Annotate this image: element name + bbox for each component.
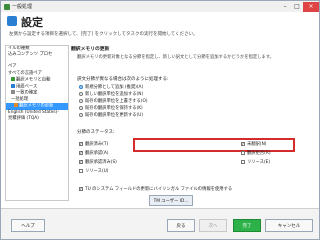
settings-icon	[7, 16, 17, 26]
radio-indicator	[79, 106, 83, 110]
title-bar: 一般処理 – □ ×	[1, 1, 319, 12]
checkbox-use-bilingual-info[interactable]: ✓ TU のシステム フィールドの更新にバイリンガル ファイルの情報を使用する	[79, 186, 232, 192]
radio-label: 既存の翻訳単位を上書きする(O)	[85, 99, 148, 104]
radio-indicator	[79, 99, 83, 103]
checkbox-signed-off[interactable]: ✓ 翻訳承認済み(S)	[79, 159, 117, 165]
checkbox-indicator	[241, 151, 245, 155]
checkbox-indicator: ✓	[79, 159, 83, 164]
radio-indicator	[79, 92, 83, 96]
tree-item-label: 見積評価 (TQA)	[8, 116, 39, 122]
settings-content: 翻訳メモリの更新 翻訳メモリの更新対象となる分節を指定し、新しい訳文として分節を…	[71, 45, 315, 206]
dialog-window: 一般処理 – □ × 設定 左側から設定する項目を選択して、[完了] をクリック…	[0, 0, 320, 240]
radio-label: 新規分節として追加 (推奨)(A)	[85, 85, 144, 90]
page-subtitle: 左側から設定する項目を選択して、[完了] をクリックしてタスクの実行を開始してく…	[9, 32, 198, 37]
checkbox-label: TU のシステム フィールドの更新にバイリンガル ファイルの情報を使用する	[85, 187, 233, 192]
section-title: 翻訳メモリの更新	[71, 47, 110, 52]
radio-label: 既存の翻訳単位を保持する(K)	[85, 106, 143, 111]
radio-label: 新しい翻訳単位を追加する(N)	[85, 92, 144, 97]
tree-item-label: 込みコンテンツ プロセ	[8, 52, 53, 58]
minimize-button[interactable]: –	[279, 2, 291, 12]
radio-overwrite[interactable]: 既存の翻訳単位を上書きする(O)	[79, 98, 148, 104]
checkbox-label: 翻訳拒否(R)	[247, 151, 271, 156]
checkbox-label: 翻訳済み(T)	[85, 142, 109, 147]
checkbox-release-e[interactable]: リリース(E)	[241, 159, 270, 165]
checkbox-release-u[interactable]: リリース(U)	[79, 168, 108, 174]
next-button[interactable]: 次へ	[199, 219, 227, 232]
status-title: 分節のステータス:	[77, 130, 115, 135]
radio-add-tu[interactable]: 新しい翻訳単位を追加する(N)	[79, 91, 143, 97]
tree-item-label: 翻訳メモリの更新	[19, 103, 54, 109]
tm-user-id-button[interactable]: TM ユーザー ID...	[149, 195, 193, 206]
checkbox-indicator	[79, 169, 83, 173]
tree-item-translation-memory[interactable]: 翻訳メモリと自動	[6, 76, 68, 84]
page-title: 設定	[21, 16, 43, 29]
tree-item-label: イルの種類	[8, 46, 30, 51]
checkbox-label: 翻訳承認済み(S)	[85, 160, 117, 165]
tree-item-embedded-content[interactable]: 込みコンテンツ プロセ	[6, 52, 68, 58]
radio-indicator	[79, 85, 83, 89]
window-title: 一般処理	[12, 4, 33, 10]
translation-memory-icon	[11, 76, 15, 81]
update-group-title: 訳文分節が異なる場合は次のように処理する:	[77, 77, 169, 82]
confirm-icon	[11, 90, 15, 95]
maximize-button[interactable]: □	[291, 2, 303, 12]
checkbox-indicator: ✓	[79, 186, 83, 191]
radio-add-new[interactable]: 新規分節として追加 (推奨)(A)	[79, 84, 143, 90]
checkbox-indicator	[241, 160, 245, 164]
tree-item-update-tm[interactable]: 翻訳メモリの更新	[6, 103, 68, 110]
tree-item-label: ペア	[8, 64, 17, 70]
checkbox-label: リリース(U)	[85, 169, 109, 174]
tree-item-termbase[interactable]: 用語ベース	[6, 83, 68, 91]
dialog-footer: ヘルプ 戻る 次へ 完了 キャンセル	[1, 208, 319, 239]
tree-item-label: 一致の確定	[16, 90, 38, 96]
update-tm-icon	[14, 103, 18, 108]
checkbox-rejected[interactable]: 翻訳拒否(R)	[241, 150, 271, 156]
tree-item-confirm-matches[interactable]: 一致の確定	[6, 90, 68, 97]
tree-item-label: 用語ベース	[16, 84, 38, 90]
highlight-box	[133, 138, 295, 152]
tree-item-label: 一括処理	[11, 96, 29, 102]
checkbox-label: リリース(E)	[247, 160, 271, 165]
page-header: 設定 左側から設定する項目を選択して、[完了] をクリックしてタスクの実行を開始…	[1, 13, 319, 41]
section-description: 翻訳メモリの更新対象となる分節を指定し、新しい訳文として分節を追加するかどうかを…	[77, 55, 274, 60]
checkbox-translated[interactable]: ✓ 翻訳済み(T)	[79, 141, 108, 147]
back-button[interactable]: 戻る	[167, 219, 195, 232]
radio-label: 既存の翻訳単位を更新する(U)	[85, 113, 144, 118]
tree-item-label: すべての言語ペア	[8, 70, 42, 76]
window-controls: – □ ×	[279, 1, 319, 12]
radio-keep[interactable]: 既存の翻訳単位を保持する(K)	[79, 105, 143, 111]
tree-item-label: English (United States)-	[8, 109, 59, 115]
finish-button[interactable]: 完了	[233, 219, 261, 232]
settings-tree: イルの種類 込みコンテンツ プロセ ペア すべての言語ペア 翻訳メモリと自動 用…	[5, 45, 69, 201]
checkbox-label: 翻訳承認(A)	[85, 151, 109, 156]
tree-item-label: 翻訳メモリと自動	[16, 77, 51, 83]
checkbox-indicator: ✓	[79, 141, 83, 146]
tree-item-tqa[interactable]: 見積評価 (TQA)	[6, 116, 68, 122]
checkbox-approved[interactable]: ✓ 翻訳承認(A)	[79, 150, 108, 156]
app-icon	[4, 3, 10, 10]
radio-indicator	[79, 113, 83, 117]
termbase-icon	[11, 83, 15, 88]
cancel-button[interactable]: キャンセル	[265, 219, 313, 232]
checkbox-indicator: ✓	[79, 150, 83, 155]
help-button[interactable]: ヘルプ	[11, 219, 45, 232]
radio-update[interactable]: 既存の翻訳単位を更新する(U)	[79, 112, 143, 118]
close-button[interactable]: ×	[303, 1, 319, 12]
